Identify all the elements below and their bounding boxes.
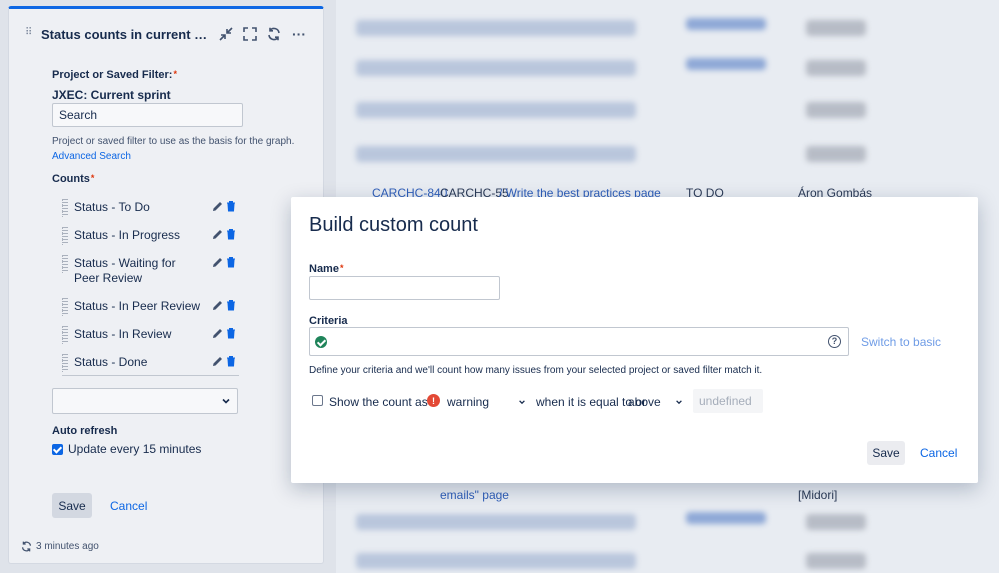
minimize-icon[interactable] — [215, 23, 237, 45]
last-updated-text: 3 minutes ago — [36, 541, 99, 552]
gadget-config-form: Project or Saved Filter:* JXEC: Current … — [52, 69, 312, 518]
filter-label: Project or Saved Filter:* — [52, 69, 177, 81]
gadget-header: ⠿ Status counts in current sprint ··· — [9, 9, 323, 59]
grip-icon[interactable] — [62, 298, 68, 316]
threshold-input[interactable]: undefined — [693, 389, 763, 413]
edit-icon[interactable] — [212, 355, 224, 368]
criteria-label: Criteria — [309, 315, 348, 327]
edit-icon[interactable] — [212, 200, 224, 213]
delete-icon[interactable] — [225, 256, 237, 269]
add-count-select[interactable] — [52, 388, 238, 414]
name-label: Name* — [309, 263, 344, 275]
blurred-row — [346, 506, 999, 540]
count-label: Status - To Do — [74, 200, 150, 214]
gadget-cancel-button[interactable]: Cancel — [110, 499, 147, 513]
count-label: Status - Waiting for Peer Review — [74, 256, 176, 285]
count-label: Status - Done — [74, 355, 148, 369]
selected-filter: JXEC: Current sprint — [52, 88, 171, 102]
dialog-save-button[interactable]: Save — [867, 441, 905, 465]
dialog-title: Build custom count — [309, 214, 478, 236]
criteria-input[interactable]: ? — [309, 327, 849, 356]
auto-refresh-label: Auto refresh — [52, 425, 118, 437]
delete-icon[interactable] — [225, 228, 237, 241]
fullscreen-icon[interactable] — [239, 23, 261, 45]
more-options-icon[interactable]: ··· — [288, 23, 310, 45]
threshold-row: Show the count as ! warning when it is e… — [312, 389, 772, 413]
list-divider — [62, 375, 239, 376]
grip-icon[interactable] — [62, 227, 68, 245]
grip-icon[interactable] — [62, 255, 68, 273]
status-counts-gadget: ⠿ Status counts in current sprint ··· Pr… — [8, 6, 324, 564]
help-icon[interactable]: ? — [828, 335, 841, 348]
valid-check-icon — [315, 336, 327, 348]
refresh-icon[interactable] — [21, 541, 32, 552]
delete-icon[interactable] — [225, 200, 237, 213]
delete-icon[interactable] — [225, 299, 237, 312]
switch-to-basic-link[interactable]: Switch to basic — [861, 335, 941, 349]
issue-assignee: [Midori] — [798, 488, 838, 502]
warning-icon: ! — [427, 394, 440, 407]
edit-icon[interactable] — [212, 256, 224, 269]
comparator-select[interactable]: above — [628, 395, 661, 409]
blurred-row — [346, 138, 999, 172]
blurred-row — [346, 545, 999, 573]
edit-icon[interactable] — [212, 228, 224, 241]
grip-icon[interactable] — [62, 354, 68, 372]
blurred-row — [346, 52, 999, 86]
gadget-title: Status counts in current sprint — [41, 27, 209, 42]
chevron-down-icon[interactable] — [518, 398, 526, 406]
count-label: Status - In Progress — [74, 228, 181, 242]
edit-icon[interactable] — [212, 327, 224, 340]
criteria-help-text: Define your criteria and we'll count how… — [309, 365, 763, 376]
auto-refresh-option-label: Update every 15 minutes — [68, 442, 202, 456]
show-count-checkbox[interactable] — [312, 395, 323, 406]
filter-search-input[interactable]: Search — [52, 103, 243, 127]
delete-icon[interactable] — [225, 355, 237, 368]
count-label: Status - In Peer Review — [74, 299, 201, 313]
drag-handle-icon[interactable]: ⠿ — [25, 28, 33, 38]
gadget-save-button[interactable]: Save — [52, 493, 92, 518]
count-label: Status - In Review — [74, 327, 172, 341]
counts-label: Counts* — [52, 173, 95, 185]
dialog-cancel-button[interactable]: Cancel — [920, 446, 957, 460]
auto-refresh-checkbox-row[interactable]: Update every 15 minutes — [52, 442, 201, 456]
refresh-icon[interactable] — [263, 23, 285, 45]
advanced-search-link[interactable]: Advanced Search — [52, 151, 131, 162]
show-count-label: Show the count as — [329, 395, 428, 409]
blurred-row — [346, 12, 999, 46]
chevron-down-icon[interactable] — [675, 398, 683, 406]
issue-summary[interactable]: emails" page — [440, 488, 509, 502]
filter-help-text: Project or saved filter to use as the ba… — [52, 136, 295, 147]
grip-icon[interactable] — [62, 199, 68, 217]
build-custom-count-dialog: Build custom count Name* Criteria ? Swit… — [291, 197, 978, 483]
chevron-down-icon — [222, 398, 230, 404]
edit-icon[interactable] — [212, 299, 224, 312]
name-input[interactable] — [309, 276, 500, 300]
last-updated: 3 minutes ago — [21, 541, 99, 552]
blurred-row — [346, 94, 999, 128]
auto-refresh-checkbox[interactable] — [52, 443, 63, 455]
delete-icon[interactable] — [225, 327, 237, 340]
grip-icon[interactable] — [62, 326, 68, 344]
level-select[interactable]: warning — [447, 395, 489, 409]
